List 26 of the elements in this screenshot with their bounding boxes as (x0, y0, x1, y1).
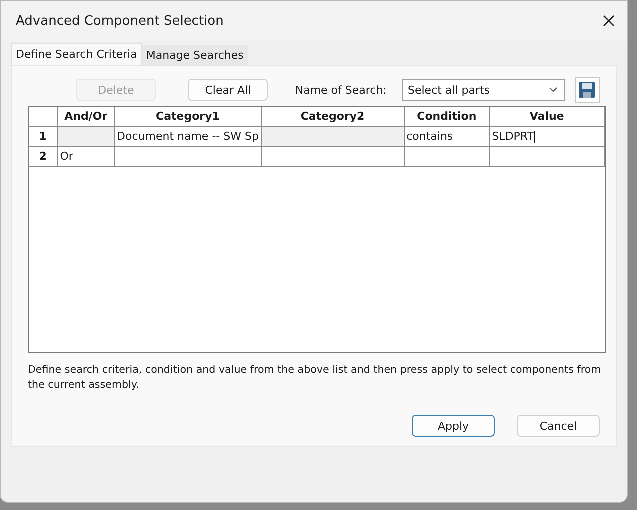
search-name-label: Name of Search: (295, 84, 388, 96)
chevron-down-icon (548, 87, 558, 93)
search-name-dropdown[interactable]: Select all parts (402, 79, 565, 101)
column-header: Category1 (114, 107, 262, 126)
dialog-button[interactable]: Apply (412, 415, 495, 437)
column-header: Condition (404, 107, 490, 126)
column-header: Category2 (261, 107, 404, 126)
table-cell[interactable] (114, 146, 262, 166)
row-number: 2 (29, 146, 58, 166)
dialog-button[interactable]: Cancel (517, 415, 600, 437)
column-header: Value (490, 107, 604, 126)
toolbar-button[interactable]: Clear All (188, 79, 268, 101)
table-cell[interactable]: SLDPRT (490, 126, 604, 146)
window-title: Advanced Component Selection (16, 14, 224, 28)
table-cell[interactable] (490, 146, 604, 166)
tab[interactable]: Manage Searches (142, 45, 248, 65)
description-text: Define search criteria, condition and value from the above list and then press apply to select components from the current assembly. (28, 363, 602, 393)
table-cell[interactable] (404, 146, 490, 166)
column-header: And/Or (58, 107, 115, 126)
table-cell[interactable]: contains (404, 126, 490, 146)
save-button[interactable] (574, 77, 600, 103)
tab[interactable]: Define Search Criteria (11, 43, 142, 65)
table-cell[interactable]: Or (58, 146, 115, 166)
close-icon[interactable] (601, 13, 617, 29)
table-cell[interactable]: Document name -- SW Sp (114, 126, 262, 146)
table-cell[interactable] (261, 146, 404, 166)
